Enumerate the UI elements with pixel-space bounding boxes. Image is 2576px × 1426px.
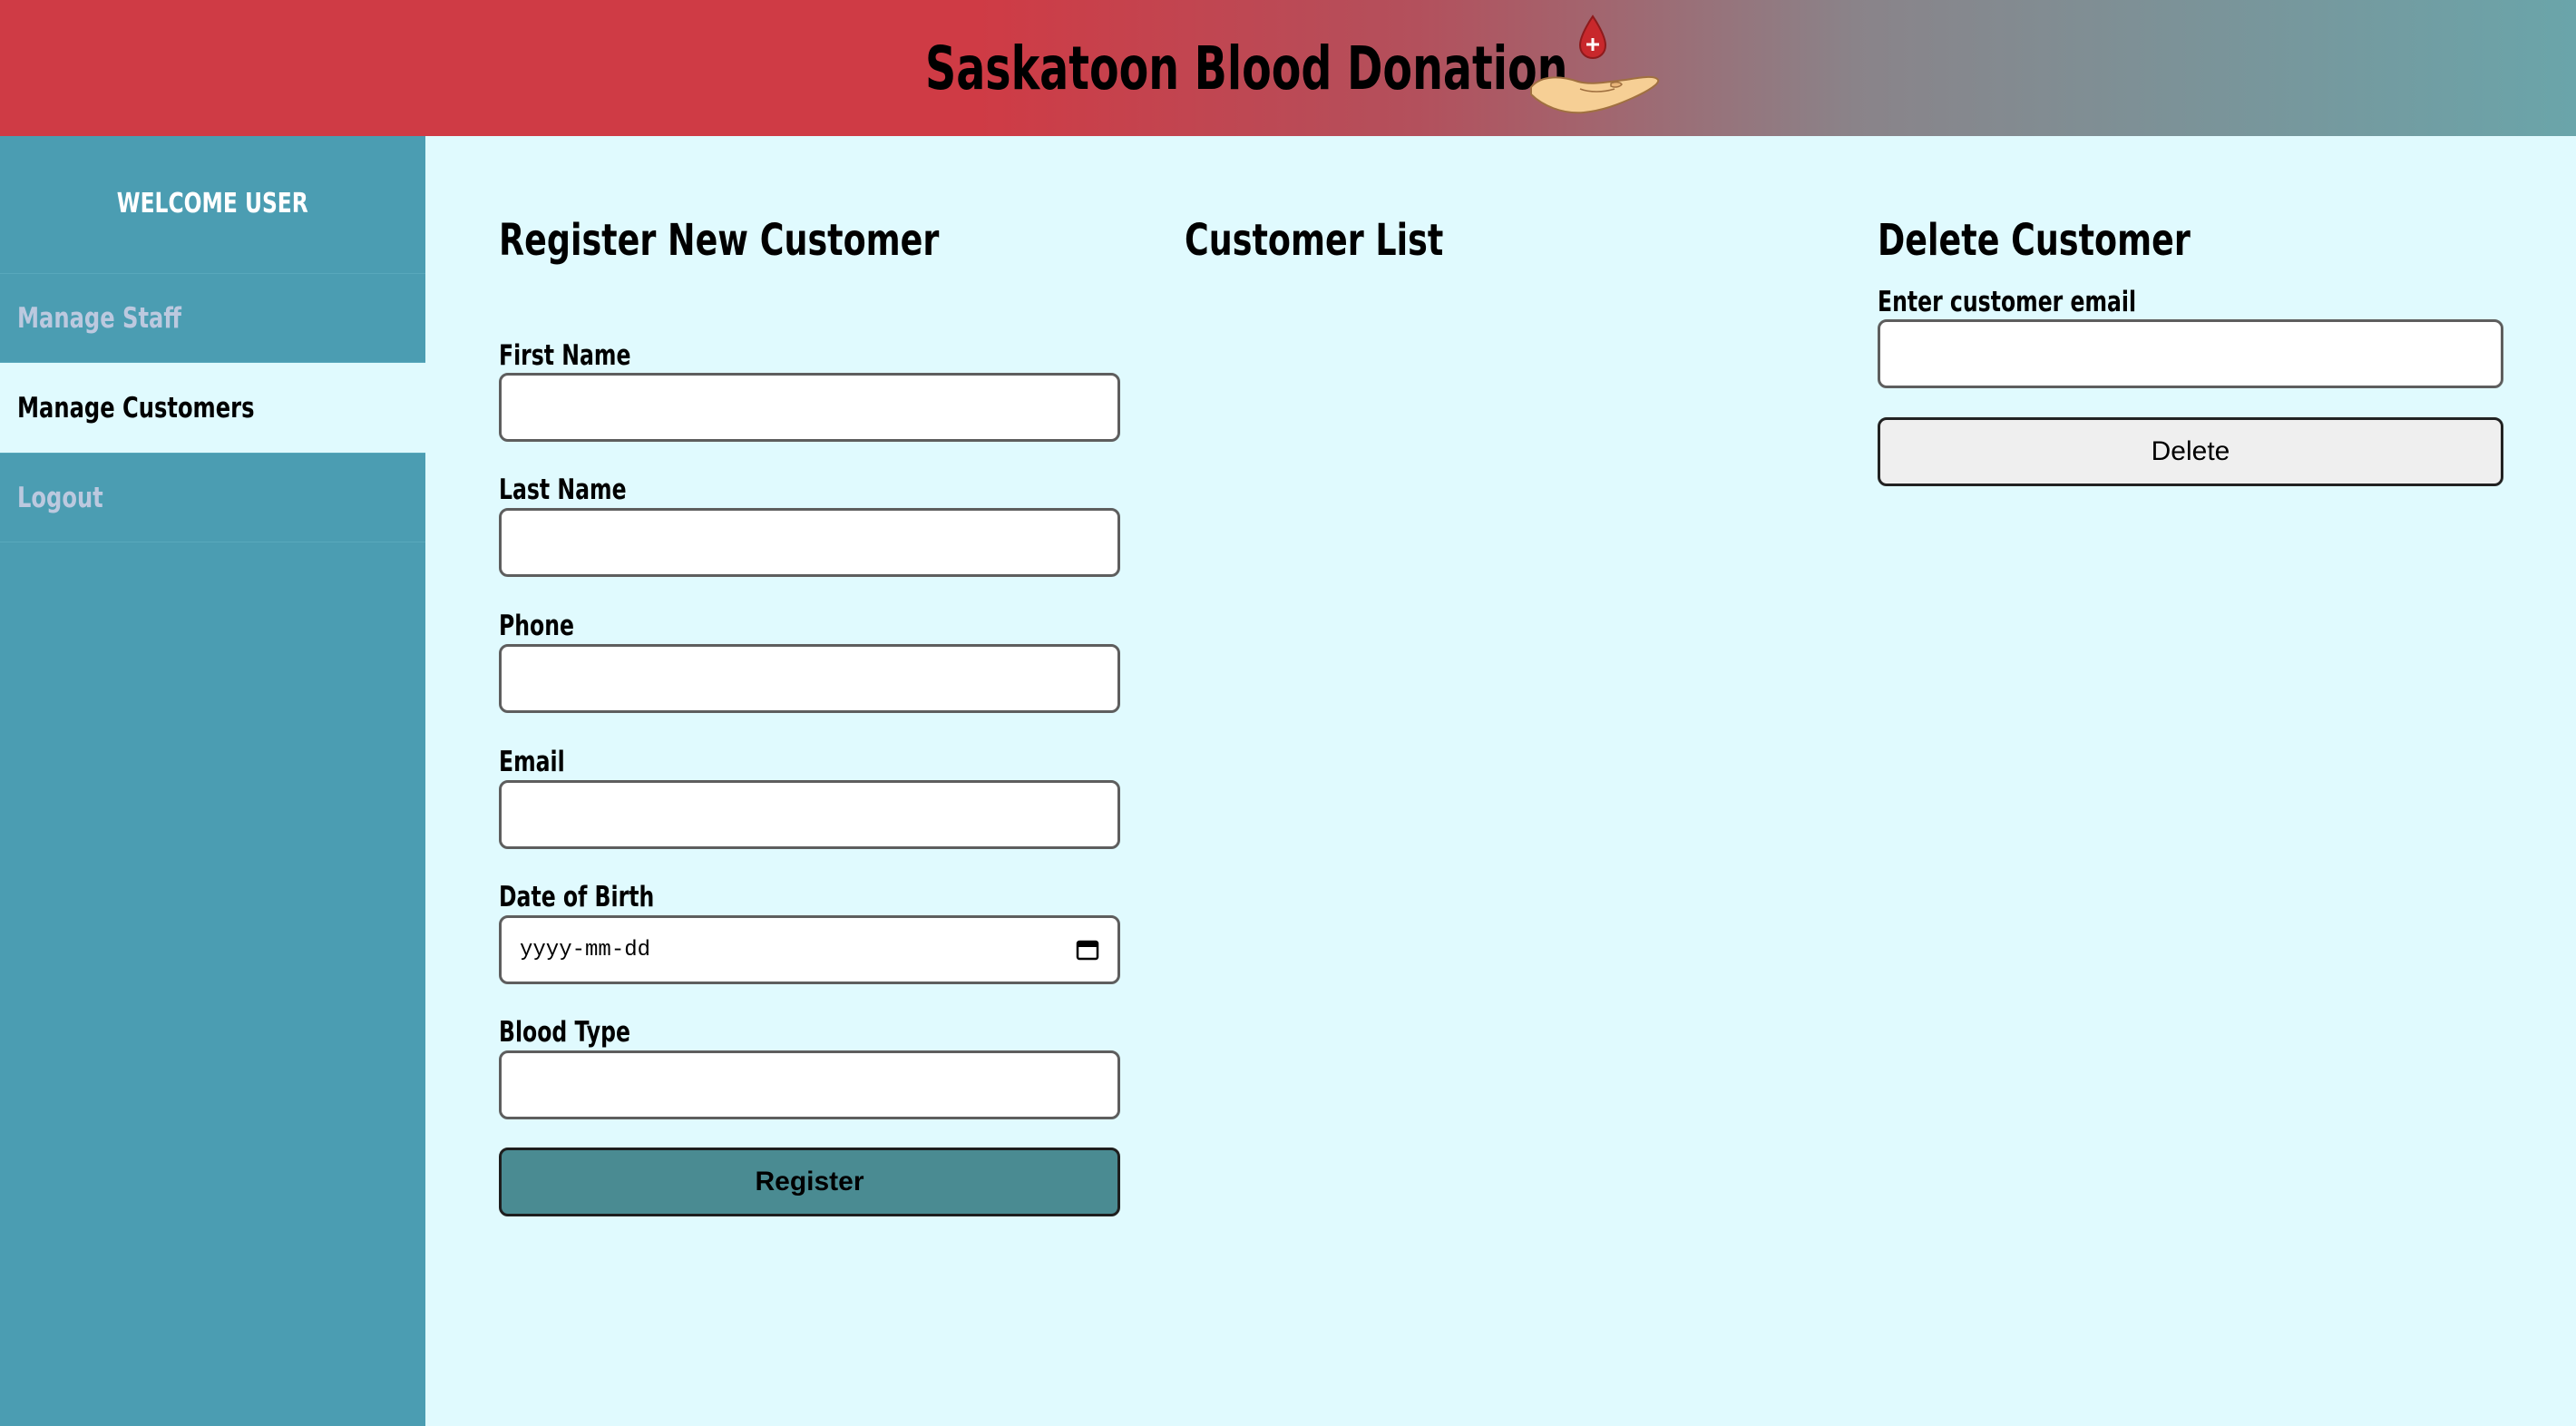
- sidebar-item-manage-customers[interactable]: Manage Customers: [0, 363, 425, 453]
- blood-drop-hand-icon: [1530, 15, 1660, 114]
- sidebar-item-manage-staff[interactable]: Manage Staff: [0, 273, 425, 363]
- last-name-label: Last Name: [499, 474, 627, 506]
- customer-list-title: Customer List: [1185, 215, 1444, 266]
- app-title: Saskatoon Blood Donation: [925, 34, 1568, 103]
- dob-field[interactable]: yyyy-mm-dd: [499, 915, 1120, 984]
- sidebar: WELCOME USER Manage Staff Manage Custome…: [0, 136, 425, 1426]
- email-label: Email: [499, 746, 565, 778]
- sidebar-item-label: Logout: [17, 482, 103, 514]
- phone-label: Phone: [499, 610, 574, 642]
- delete-title: Delete Customer: [1878, 215, 2191, 266]
- last-name-field[interactable]: [499, 508, 1120, 577]
- blood-type-label: Blood Type: [499, 1016, 630, 1049]
- customer-list: [1185, 281, 1820, 1098]
- welcome-text: WELCOME USER: [116, 188, 309, 220]
- first-name-field[interactable]: [499, 373, 1120, 442]
- calendar-icon[interactable]: [1076, 939, 1099, 961]
- email-field[interactable]: [499, 780, 1120, 849]
- header-bar: Saskatoon Blood Donation: [0, 0, 2576, 136]
- delete-email-label: Enter customer email: [1878, 286, 2137, 318]
- first-name-label: First Name: [499, 339, 631, 372]
- blood-type-field[interactable]: [499, 1050, 1120, 1119]
- sidebar-item-label: Manage Customers: [17, 392, 255, 425]
- dob-placeholder: yyyy-mm-dd: [520, 937, 651, 962]
- register-button[interactable]: Register: [499, 1148, 1120, 1216]
- dob-label: Date of Birth: [499, 881, 655, 913]
- sidebar-item-label: Manage Staff: [17, 302, 181, 335]
- delete-email-field[interactable]: [1878, 319, 2503, 388]
- phone-field[interactable]: [499, 644, 1120, 713]
- register-title: Register New Customer: [499, 215, 940, 266]
- welcome-text-container: WELCOME USER: [0, 181, 425, 227]
- delete-button[interactable]: Delete: [1878, 417, 2503, 486]
- sidebar-item-logout[interactable]: Logout: [0, 453, 425, 542]
